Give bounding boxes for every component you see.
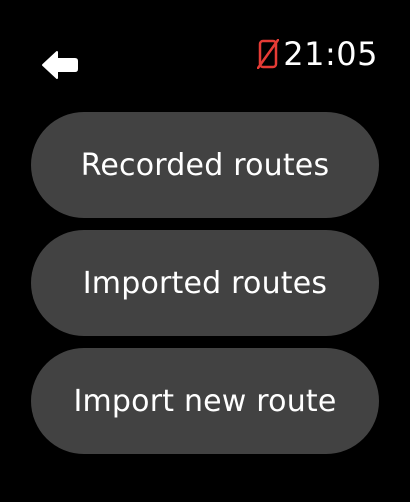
import-new-route-button[interactable]: Import new route (31, 348, 379, 454)
import-new-route-label: Import new route (73, 383, 337, 419)
back-arrow-icon (41, 50, 79, 80)
recorded-routes-button[interactable]: Recorded routes (31, 112, 379, 218)
back-button[interactable] (40, 48, 80, 82)
imported-routes-label: Imported routes (82, 265, 328, 301)
phone-disconnected-icon (257, 39, 280, 69)
imported-routes-button[interactable]: Imported routes (31, 230, 379, 336)
status-bar: 21:05 (257, 34, 378, 74)
route-menu: Recorded routes Imported routes Import n… (31, 112, 379, 454)
clock-time: 21:05 (283, 35, 378, 73)
recorded-routes-label: Recorded routes (80, 147, 330, 183)
